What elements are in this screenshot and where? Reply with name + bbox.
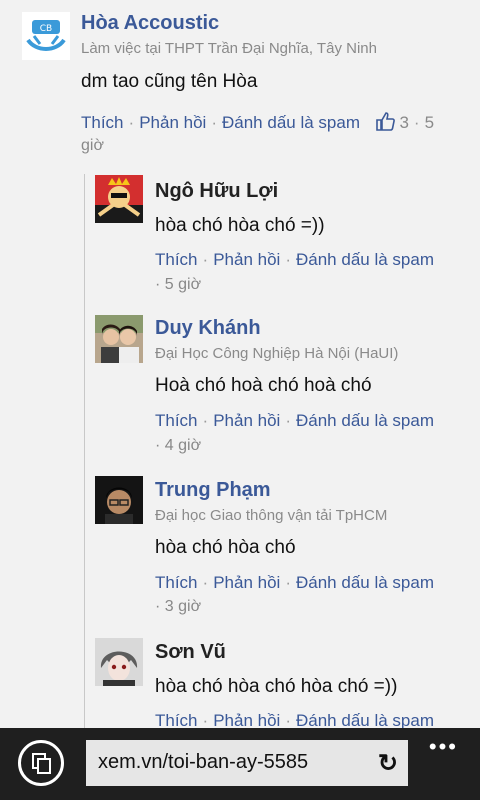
comment-actions: Thích · Phản hồi · Đánh dấu là spam 3 · 5 <box>81 111 434 136</box>
commenter-name[interactable]: Sơn Vũ <box>155 641 226 664</box>
comment-text: hòa chó hòa chó =)) <box>155 215 325 236</box>
comment-text: hòa chó hòa chó <box>155 537 296 558</box>
browser-address-bar: xem.vn/toi-ban-ay-5585 ↻ ••• <box>0 728 480 800</box>
tab-square-front <box>37 758 51 774</box>
avatar[interactable] <box>95 315 143 363</box>
comment-actions: Thích · Phản hồi · Đánh dấu là spam <box>155 250 434 269</box>
comment-text: hòa chó hòa chó hòa chó =)) <box>155 676 398 697</box>
refresh-icon[interactable]: ↻ <box>378 749 398 778</box>
reply-link[interactable]: Phản hồi <box>213 250 280 269</box>
reply-thread-line <box>84 174 85 728</box>
comment-text: dm tao cũng tên Hòa <box>81 71 258 92</box>
like-link[interactable]: Thích <box>155 573 198 592</box>
mark-spam-link[interactable]: Đánh dấu là spam <box>296 573 434 592</box>
like-link[interactable]: Thích <box>81 113 124 132</box>
mark-spam-link[interactable]: Đánh dấu là spam <box>296 411 434 430</box>
commenter-name[interactable]: Hòa Accoustic <box>81 12 219 35</box>
comment-actions: Thích · Phản hồi · Đánh dấu là spam <box>155 411 434 430</box>
mark-spam-link[interactable]: Đánh dấu là spam <box>296 711 434 728</box>
like-link[interactable]: Thích <box>155 411 198 430</box>
thumbs-up-icon[interactable] <box>375 111 395 136</box>
comment-time-unit: giờ <box>81 137 104 154</box>
comment-time: · 3 giờ <box>155 598 202 615</box>
avatar[interactable] <box>95 476 143 524</box>
commenter-name[interactable]: Ngô Hữu Lợi <box>155 180 278 203</box>
commenter-name[interactable]: Trung Phạm <box>155 479 271 502</box>
comment-time: 5 <box>424 113 435 132</box>
avatar[interactable]: CB <box>22 12 70 60</box>
commenter-subtitle: Đại Học Công Nghiệp Hà Nội (HaUI) <box>155 345 399 362</box>
url-text[interactable]: xem.vn/toi-ban-ay-5585 <box>98 751 368 774</box>
svg-text:CB: CB <box>40 24 52 34</box>
commenter-subtitle: Đại học Giao thông vận tải TpHCM <box>155 507 388 524</box>
comment-actions: Thích · Phản hồi · Đánh dấu là spam <box>155 573 434 592</box>
like-count: 3 <box>399 113 409 132</box>
comment-time: · 5 giờ <box>155 276 202 293</box>
comment-feed: CB Hòa Accoustic Làm việc tại THPT Trần … <box>0 0 480 728</box>
url-input[interactable]: xem.vn/toi-ban-ay-5585 ↻ <box>86 740 408 786</box>
reply-link[interactable]: Phản hồi <box>213 573 280 592</box>
tabs-icon[interactable] <box>18 740 64 786</box>
mark-spam-link[interactable]: Đánh dấu là spam <box>222 113 360 132</box>
avatar[interactable] <box>95 175 143 223</box>
more-icon[interactable]: ••• <box>429 734 458 760</box>
comment-text: Hoà chó hoà chó hoà chó <box>155 375 372 396</box>
reply-link[interactable]: Phản hồi <box>213 411 280 430</box>
comment-time: · 4 giờ <box>155 437 202 454</box>
commenter-name[interactable]: Duy Khánh <box>155 317 261 340</box>
like-link[interactable]: Thích <box>155 711 198 728</box>
avatar[interactable] <box>95 638 143 686</box>
reply-link[interactable]: Phản hồi <box>139 113 206 132</box>
commenter-subtitle: Làm việc tại THPT Trần Đại Nghĩa, Tây Ni… <box>81 40 377 57</box>
like-link[interactable]: Thích <box>155 250 198 269</box>
mark-spam-link[interactable]: Đánh dấu là spam <box>296 250 434 269</box>
comment-actions: Thích · Phản hồi · Đánh dấu là spam <box>155 711 434 728</box>
reply-link[interactable]: Phản hồi <box>213 711 280 728</box>
